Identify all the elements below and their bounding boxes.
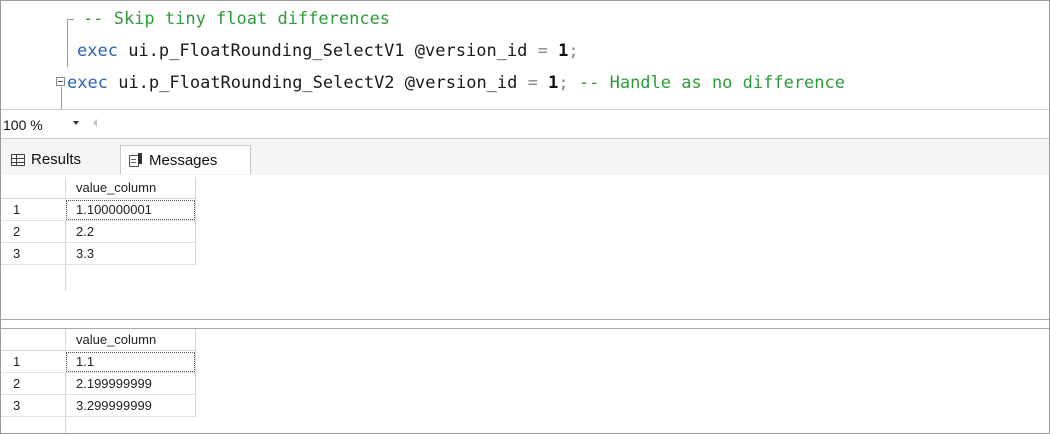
code-line-1[interactable]: -- Skip tiny float differences: [83, 8, 390, 30]
column-header[interactable]: value_column: [65, 177, 196, 199]
column-header[interactable]: value_column: [65, 329, 196, 351]
table-cell[interactable]: 2.199999999: [65, 373, 196, 395]
row-number[interactable]: 1: [1, 199, 65, 221]
fold-guide: [67, 19, 68, 67]
comment-text: -- Handle as no difference: [578, 73, 845, 93]
grid-icon: [11, 153, 25, 166]
keyword-exec: exec: [67, 73, 108, 93]
chevron-down-icon[interactable]: [73, 121, 79, 125]
scroll-left-icon[interactable]: [93, 119, 97, 127]
row-number[interactable]: 1: [1, 351, 65, 373]
parameter-name: @version_id: [404, 73, 518, 93]
row-number[interactable]: 3: [1, 243, 65, 265]
parameter-name: @version_id: [414, 41, 528, 61]
procedure-name: ui.p_FloatRounding_SelectV2: [118, 73, 395, 93]
collapse-icon[interactable]: [56, 77, 65, 86]
grid-corner[interactable]: [1, 177, 65, 199]
tab-messages[interactable]: Messages: [120, 145, 251, 174]
keyword-exec: exec: [77, 41, 118, 61]
operator: =: [537, 41, 548, 61]
table-cell[interactable]: 3.3: [65, 243, 196, 265]
comment-text: -- Skip tiny float differences: [83, 9, 391, 29]
results-area: value_column 1 1.100000001 2 2.2 3 3.3 v…: [1, 175, 1049, 433]
table-cell[interactable]: 2.2: [65, 221, 196, 243]
parameter-value: 1: [558, 41, 569, 61]
row-number[interactable]: 3: [1, 395, 65, 417]
row-number[interactable]: 2: [1, 373, 65, 395]
grid-corner[interactable]: [1, 329, 65, 351]
zoom-bar: 100 %: [1, 109, 1049, 139]
code-line-2[interactable]: exec ui.p_FloatRounding_SelectV1 @versio…: [77, 40, 579, 62]
statement-terminator: ;: [568, 41, 579, 61]
zoom-level[interactable]: 100 %: [3, 117, 43, 133]
fold-guide-lower: [61, 87, 62, 109]
tab-results-label: Results: [31, 151, 82, 168]
messages-icon: [129, 152, 143, 168]
ssms-window: -- Skip tiny float differences exec ui.p…: [0, 0, 1050, 434]
table-cell[interactable]: 3.299999999: [65, 395, 196, 417]
query-editor[interactable]: -- Skip tiny float differences exec ui.p…: [1, 1, 1049, 109]
tab-results[interactable]: Results: [3, 145, 89, 174]
result-grid-1[interactable]: value_column 1 1.100000001 2 2.2 3 3.3: [1, 177, 1049, 320]
operator: =: [527, 73, 538, 93]
parameter-value: 1: [548, 73, 559, 93]
fold-guide-tick: [67, 19, 74, 20]
procedure-name: ui.p_FloatRounding_SelectV1: [128, 41, 405, 61]
row-number[interactable]: 2: [1, 221, 65, 243]
tab-messages-label: Messages: [149, 151, 218, 169]
table-cell[interactable]: 1.1: [65, 351, 196, 373]
statement-terminator: ;: [558, 73, 569, 93]
code-line-3[interactable]: exec ui.p_FloatRounding_SelectV2 @versio…: [67, 72, 845, 94]
result-grid-2[interactable]: value_column 1 1.1 2 2.199999999 3 3.299…: [1, 328, 1049, 433]
table-cell[interactable]: 1.100000001: [65, 199, 196, 221]
results-tab-bar: Results Messages: [1, 139, 1049, 175]
